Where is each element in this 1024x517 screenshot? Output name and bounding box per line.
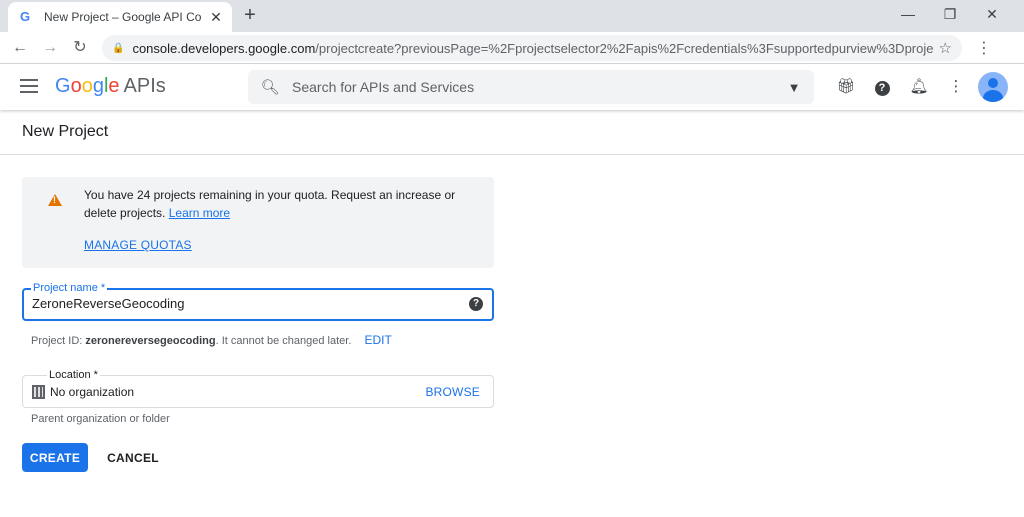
console-header: GoogleAPIs 🔍︎ ▼ 🎁︎ ? 🔔︎ ⋮ [0, 64, 1024, 110]
url-text: console.developers.google.com/projectcre… [132, 40, 933, 56]
project-name-field[interactable]: Project name * ? [22, 282, 494, 321]
page-title: New Project [22, 123, 109, 140]
hamburger-menu-icon[interactable] [20, 79, 38, 95]
bell-icon[interactable]: 🔔︎ [909, 77, 929, 97]
warning-icon [48, 194, 62, 206]
close-icon[interactable]: ✕ [208, 9, 224, 25]
google-apis-logo[interactable]: Google APIs [55, 75, 166, 98]
create-button[interactable]: CREATE [22, 443, 88, 472]
lock-icon: 🔒 [112, 42, 125, 54]
project-name-label: Project name * [31, 282, 108, 294]
browser-tab[interactable]: G New Project – Google API Conso ✕ [8, 2, 232, 32]
avatar[interactable] [978, 72, 1008, 102]
help-icon[interactable]: ? [872, 77, 892, 97]
search-icon: 🔍︎ [260, 79, 280, 96]
location-label: Location * [47, 369, 100, 381]
manage-quotas-link[interactable]: MANAGE QUOTAS [84, 238, 192, 252]
reload-icon[interactable]: ↻ [70, 38, 90, 58]
edit-project-id-button[interactable]: EDIT [364, 333, 391, 347]
quota-notice: You have 24 projects remaining in your q… [22, 177, 494, 268]
project-id-text: Project ID: zeronereversegeocoding. It c… [31, 333, 392, 347]
location-field[interactable]: Location * No organization BROWSE [22, 369, 494, 408]
chevron-down-icon[interactable]: ▼ [774, 80, 814, 95]
page-header: New Project [0, 110, 1024, 155]
more-vert-icon[interactable]: ⋮ [946, 77, 966, 97]
google-favicon-icon: G [20, 9, 31, 24]
search-input[interactable] [292, 79, 774, 95]
location-value: No organization [50, 385, 135, 399]
browser-toolbar: ← → ↻ 🔒 console.developers.google.com/pr… [0, 32, 1024, 64]
quota-message: You have 24 projects remaining in your q… [84, 188, 456, 220]
browser-tab-strip: G New Project – Google API Conso ✕ + — ❐… [0, 0, 1024, 32]
help-icon[interactable]: ? [469, 297, 483, 311]
gift-icon[interactable]: 🎁︎ [836, 77, 856, 97]
address-bar[interactable]: 🔒 console.developers.google.com/projectc… [102, 35, 962, 61]
building-icon [32, 385, 45, 399]
forward-arrow-icon[interactable]: → [40, 38, 60, 58]
window-close-icon[interactable]: ✕ [970, 0, 1014, 28]
browse-button[interactable]: BROWSE [425, 385, 480, 399]
plus-icon[interactable]: + [240, 5, 260, 26]
tab-title: New Project – Google API Conso [44, 10, 202, 24]
location-hint: Parent organization or folder [31, 413, 170, 425]
cancel-button[interactable]: CANCEL [100, 443, 166, 472]
search-bar[interactable]: 🔍︎ ▼ [248, 70, 814, 104]
project-name-input[interactable] [32, 296, 452, 311]
restore-icon[interactable]: ❐ [928, 0, 972, 28]
star-icon[interactable]: ☆ [939, 39, 952, 57]
kebab-menu-icon[interactable]: ⋮ [976, 38, 992, 58]
learn-more-link[interactable]: Learn more [169, 206, 230, 220]
back-arrow-icon[interactable]: ← [10, 38, 30, 58]
minimize-icon[interactable]: — [886, 0, 930, 28]
